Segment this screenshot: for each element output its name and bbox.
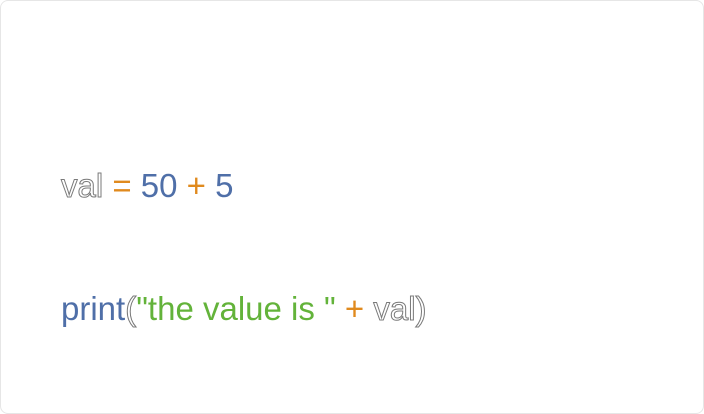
number-literal-5: 5: [215, 167, 234, 204]
code-block: val = 50 + 5 print("the value is " + val…: [60, 83, 427, 411]
paren-close: ): [415, 290, 427, 328]
identifier-val: val: [373, 290, 416, 328]
assign-operator: =: [103, 167, 141, 204]
code-line-2: print("the value is " + val): [61, 288, 427, 329]
paren-open: (: [125, 290, 137, 328]
number-literal-50: 50: [140, 167, 178, 204]
canvas-frame: val = 50 + 5 print("the value is " + val…: [0, 0, 704, 414]
plus-operator: +: [335, 290, 374, 327]
identifier-val: val: [60, 167, 104, 205]
string-literal: "the value is ": [136, 290, 336, 327]
function-print: print: [61, 290, 126, 327]
code-line-1: val = 50 + 5: [60, 165, 427, 206]
plus-operator: +: [177, 167, 216, 204]
